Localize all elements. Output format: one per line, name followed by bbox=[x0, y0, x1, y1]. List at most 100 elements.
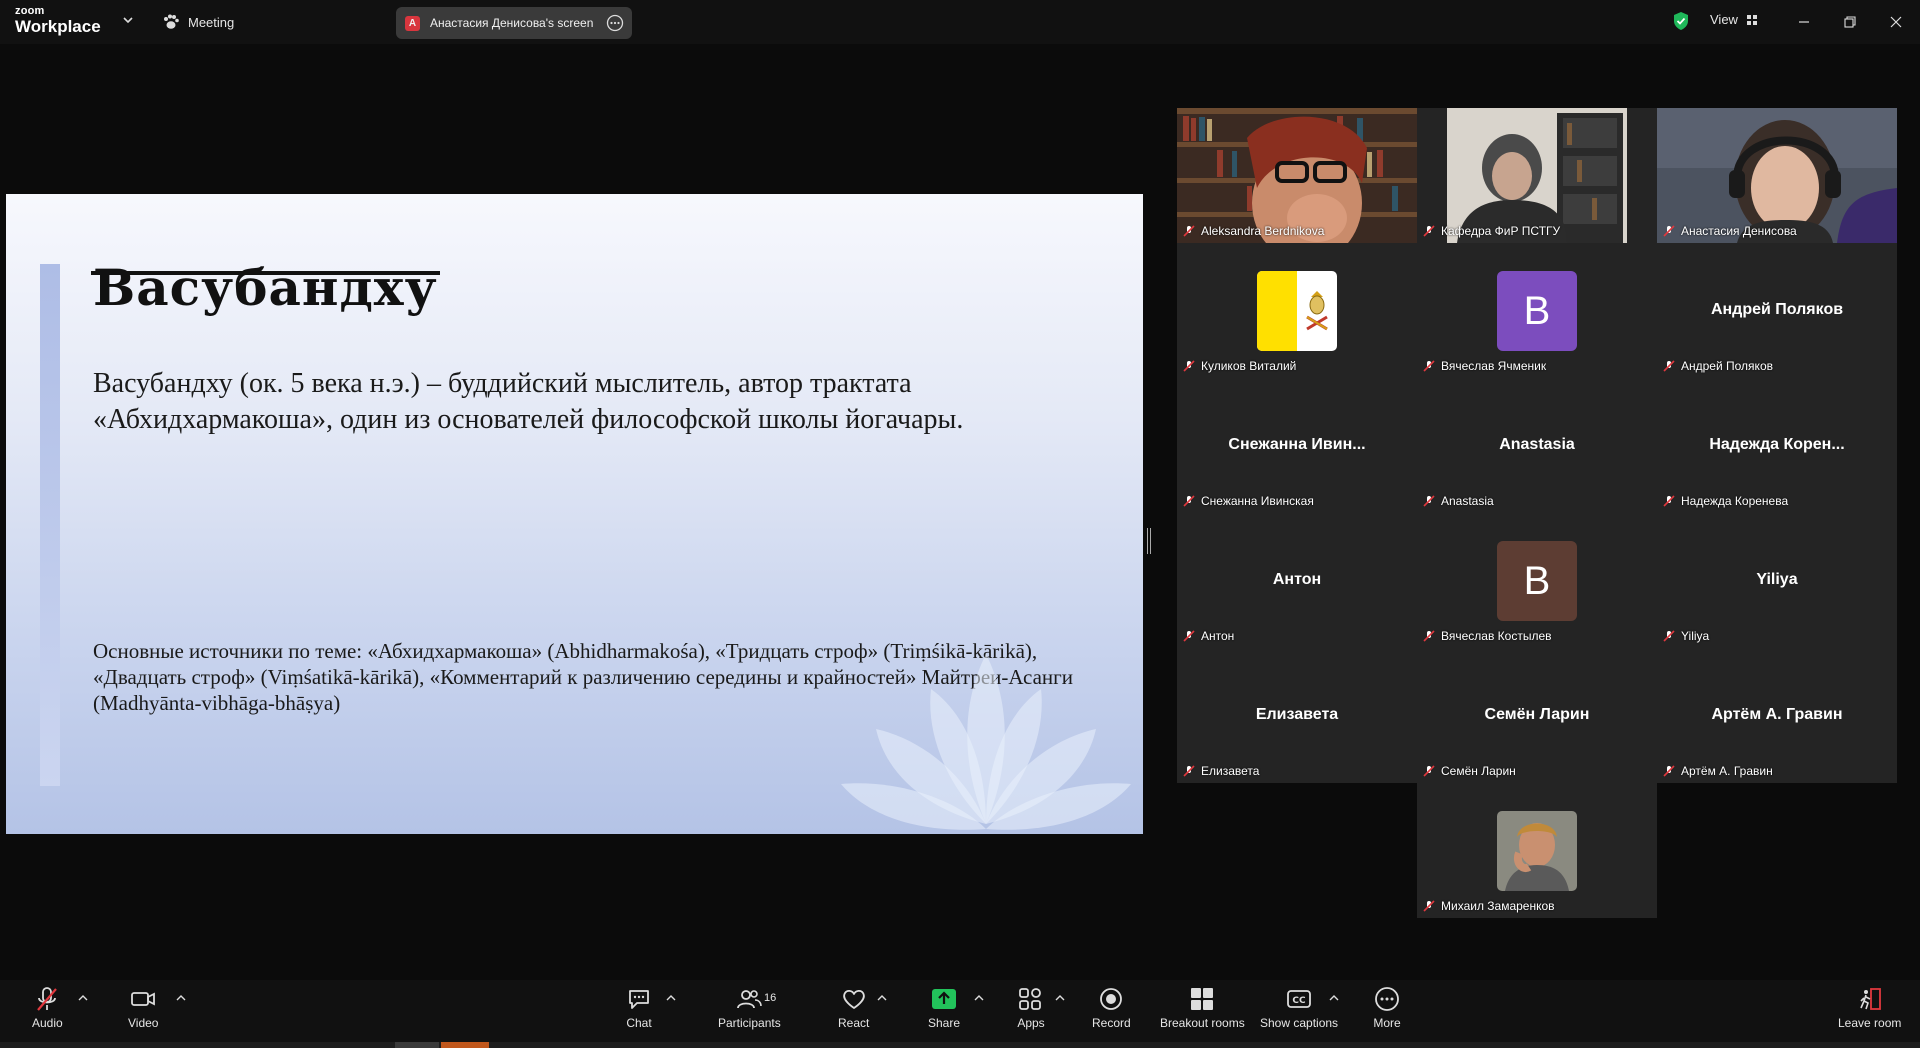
participant-avatar: B bbox=[1497, 271, 1577, 351]
muted-mic-icon bbox=[1423, 900, 1435, 912]
participant-name: Михаил Замаренков bbox=[1441, 899, 1555, 913]
brand-bottom: Workplace bbox=[15, 17, 101, 36]
participant-name: Yiliya bbox=[1681, 629, 1710, 643]
more-icon bbox=[1375, 987, 1399, 1011]
muted-mic-icon bbox=[1183, 765, 1195, 777]
participant-tile[interactable]: Антон Антон bbox=[1177, 513, 1417, 648]
more-options-icon[interactable] bbox=[606, 14, 624, 32]
participant-tile[interactable]: Кафедра ФиР ПСТГУ bbox=[1417, 108, 1657, 243]
chevron-up-icon[interactable] bbox=[974, 994, 984, 1002]
vatican-flag-avatar bbox=[1257, 271, 1337, 351]
meeting-menu-button[interactable]: Meeting bbox=[162, 10, 234, 34]
share-screen-icon bbox=[932, 989, 957, 1009]
muted-mic-icon bbox=[1663, 225, 1675, 237]
chevron-up-icon[interactable] bbox=[78, 994, 88, 1002]
participant-tile[interactable]: Андрей Поляков Андрей Поляков bbox=[1657, 243, 1897, 378]
heart-icon bbox=[842, 989, 865, 1009]
share-label: Анастасия Денисова's screen bbox=[430, 16, 594, 30]
participant-tile[interactable]: Куликов Виталий bbox=[1177, 243, 1417, 378]
security-shield-icon[interactable] bbox=[1672, 11, 1690, 31]
participant-display-name: Anastasia bbox=[1499, 436, 1575, 453]
participant-display-name: Yiliya bbox=[1756, 571, 1798, 588]
chevron-up-icon[interactable] bbox=[1329, 994, 1339, 1002]
participant-photo-avatar bbox=[1497, 811, 1577, 891]
show-captions-button[interactable]: CC Show captions bbox=[1260, 986, 1338, 1038]
participant-tile[interactable]: Снежанна Ивин... Снежанна Ивинская bbox=[1177, 378, 1417, 513]
audio-button[interactable]: Audio bbox=[32, 986, 63, 1038]
view-button[interactable]: View bbox=[1710, 12, 1758, 27]
video-camera-icon bbox=[131, 992, 156, 1006]
taskbar-item[interactable] bbox=[441, 1042, 489, 1048]
apps-button[interactable]: Apps bbox=[1017, 986, 1045, 1038]
muted-mic-icon bbox=[1183, 495, 1195, 507]
apps-label: Apps bbox=[1017, 1016, 1045, 1030]
brand-top: zoom bbox=[15, 5, 45, 17]
participant-tile[interactable]: Anastasia Anastasia bbox=[1417, 378, 1657, 513]
participant-name: Антон bbox=[1201, 629, 1235, 643]
video-button[interactable]: Video bbox=[128, 986, 158, 1038]
more-button[interactable]: More bbox=[1373, 986, 1401, 1038]
chevron-down-icon[interactable] bbox=[122, 14, 134, 26]
participant-tile[interactable]: B Вячеслав Ячменик bbox=[1417, 243, 1657, 378]
participant-name: Семён Ларин bbox=[1441, 764, 1516, 778]
video-label: Video bbox=[128, 1016, 159, 1030]
panel-resize-handle[interactable] bbox=[1147, 528, 1151, 554]
slide-title: Васубандху bbox=[91, 258, 440, 317]
taskbar-item[interactable] bbox=[395, 1042, 439, 1048]
breakout-rooms-button[interactable]: Breakout rooms bbox=[1160, 986, 1245, 1038]
os-taskbar-strip bbox=[0, 1042, 1920, 1048]
participant-tile[interactable]: Yiliya Yiliya bbox=[1657, 513, 1897, 648]
participant-name: Елизавета bbox=[1201, 764, 1260, 778]
share-button[interactable]: Share bbox=[928, 986, 960, 1038]
chevron-up-icon[interactable] bbox=[666, 994, 676, 1002]
participant-name: Куликов Виталий bbox=[1201, 359, 1297, 373]
leave-room-button[interactable]: Leave room bbox=[1838, 986, 1901, 1038]
minimize-button[interactable] bbox=[1792, 10, 1816, 34]
meeting-label: Meeting bbox=[188, 14, 235, 30]
react-button[interactable]: React bbox=[838, 986, 869, 1038]
participant-video bbox=[1417, 108, 1657, 243]
close-button[interactable] bbox=[1884, 10, 1908, 34]
record-button[interactable]: Record bbox=[1092, 986, 1131, 1038]
participant-display-name: Андрей Поляков bbox=[1710, 301, 1844, 318]
presenter-avatar: A bbox=[405, 15, 420, 31]
participant-name: Анастасия Денисова bbox=[1681, 224, 1797, 238]
screen-share-indicator[interactable]: A Анастасия Денисова's screen bbox=[396, 7, 632, 39]
participant-name: Снежанна Ивинская bbox=[1201, 494, 1314, 508]
participant-video bbox=[1177, 108, 1417, 243]
participant-tile[interactable]: Надежда Корен... Надежда Коренева bbox=[1657, 378, 1897, 513]
participant-tile-active-speaker[interactable]: Анастасия Денисова bbox=[1657, 108, 1897, 243]
participant-tile[interactable]: Семён Ларин Семён Ларин bbox=[1417, 648, 1657, 783]
participant-tile[interactable]: Aleksandra Berdnikova bbox=[1177, 108, 1417, 243]
participant-name: Андрей Поляков bbox=[1681, 359, 1773, 373]
muted-mic-icon bbox=[1423, 765, 1435, 777]
participant-display-name: Семён Ларин bbox=[1484, 706, 1590, 723]
muted-mic-icon bbox=[1423, 360, 1435, 372]
breakout-rooms-icon bbox=[1191, 988, 1214, 1010]
participant-tile[interactable]: Артём А. Гравин Артём А. Гравин bbox=[1657, 648, 1897, 783]
chevron-up-icon[interactable] bbox=[877, 994, 887, 1002]
muted-mic-icon bbox=[1183, 630, 1195, 642]
chat-button[interactable]: Chat bbox=[625, 986, 653, 1038]
participant-display-name: Надежда Корен... bbox=[1709, 436, 1845, 453]
apps-icon bbox=[1019, 988, 1041, 1010]
chevron-up-icon[interactable] bbox=[1055, 994, 1065, 1002]
participant-tile[interactable]: Михаил Замаренков bbox=[1417, 783, 1657, 918]
restore-button[interactable] bbox=[1838, 10, 1862, 34]
show-captions-label: Show captions bbox=[1260, 1016, 1339, 1030]
react-label: React bbox=[838, 1016, 870, 1030]
participant-name: Артём А. Гравин bbox=[1681, 764, 1773, 778]
muted-mic-icon bbox=[1663, 765, 1675, 777]
participants-icon bbox=[737, 990, 763, 1009]
muted-mic-icon bbox=[1423, 495, 1435, 507]
muted-mic-icon bbox=[1663, 630, 1675, 642]
meeting-controls-toolbar: Audio Video Chat Participants 16 React S… bbox=[0, 980, 1920, 1042]
muted-mic-icon bbox=[1423, 630, 1435, 642]
minimize-icon bbox=[1799, 21, 1809, 23]
audio-label: Audio bbox=[32, 1016, 63, 1030]
participant-tile[interactable]: B Вячеслав Костылев bbox=[1417, 513, 1657, 648]
share-label: Share bbox=[928, 1016, 961, 1030]
chevron-up-icon[interactable] bbox=[176, 994, 186, 1002]
slide-body-text: Васубандху (ок. 5 века н.э.) – буддийски… bbox=[93, 368, 964, 435]
participant-tile[interactable]: Елизавета Елизавета bbox=[1177, 648, 1417, 783]
